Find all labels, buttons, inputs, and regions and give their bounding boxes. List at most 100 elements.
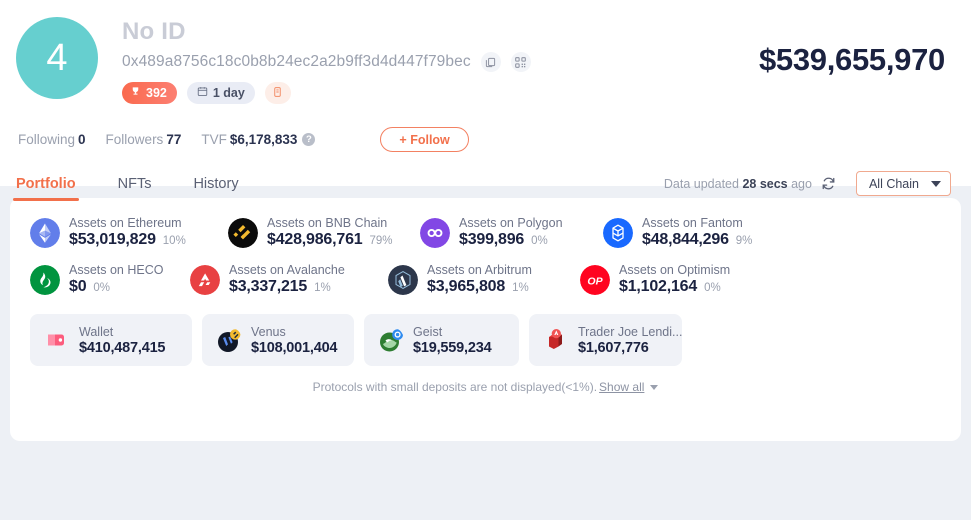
following-label: Following xyxy=(18,132,76,147)
duration-badge[interactable]: 1 day xyxy=(186,82,255,104)
followers-label: Followers xyxy=(105,132,164,147)
chain-filter-select[interactable]: All Chain xyxy=(855,171,951,196)
chain-value-row: $399,896 0% xyxy=(459,231,563,249)
heco-icon xyxy=(30,264,60,295)
chain-amount: $0 xyxy=(69,278,87,295)
chevron-down-icon xyxy=(931,180,941,187)
question-mark-icon[interactable]: ? xyxy=(302,132,316,146)
protocol-card-geist[interactable]: Geist $19,559,234 xyxy=(364,314,519,366)
badge-row: 392 1 day xyxy=(122,82,955,104)
avatar: 4 xyxy=(16,17,98,99)
protocol-name: Venus xyxy=(251,324,286,339)
chain-value-row: $3,337,215 1% xyxy=(229,278,345,296)
chain-percent: 79% xyxy=(369,235,393,247)
calendar-icon xyxy=(197,86,208,100)
protocol-name: Geist xyxy=(413,324,443,339)
chain-text: Assets on Arbitrum $3,965,808 1% xyxy=(427,263,532,296)
ethereum-icon xyxy=(30,217,60,248)
chain-amount: $53,019,829 xyxy=(69,231,156,248)
protocol-text: Venus $108,001,404 xyxy=(251,324,338,356)
protocol-amount: $19,559,234 xyxy=(413,339,492,356)
chain-text: Assets on Optimism $1,102,164 0% xyxy=(619,263,730,296)
note-icon xyxy=(272,86,283,101)
fantom-icon xyxy=(603,217,633,248)
protocol-card-trader-joe-lending[interactable]: Trader Joe Lendi... $1,607,776 xyxy=(529,314,682,366)
chain-text: Assets on HECO $0 0% xyxy=(69,263,163,296)
data-updated-text: Data updated 28 secs ago xyxy=(664,177,812,191)
chain-value-row: $53,019,829 10% xyxy=(69,231,186,249)
tvf-value: $6,178,833 xyxy=(229,132,298,147)
chain-percent: 1% xyxy=(512,282,529,294)
chain-percent: 9% xyxy=(735,235,753,247)
bnb-icon xyxy=(228,217,258,248)
geist-icon xyxy=(378,327,404,353)
assets-card: Assets on Ethereum $53,019,829 10% Asset… xyxy=(10,198,961,441)
tab-nfts[interactable]: NFTs xyxy=(118,176,152,201)
chevron-down-icon[interactable] xyxy=(650,385,659,391)
protocol-amount: $1,607,776 xyxy=(578,339,649,356)
chain-item-bnb-chain[interactable]: Assets on BNB Chain $428,986,761 79% xyxy=(228,216,420,249)
tvf-label: TVF xyxy=(201,132,227,147)
chain-text: Assets on BNB Chain $428,986,761 79% xyxy=(267,216,393,249)
wallet-address[interactable]: 0x489a8756c18c0b8b24ec2a2b9ff3d4d447f79b… xyxy=(122,53,471,71)
following-stat[interactable]: Following 0 xyxy=(18,132,86,147)
chain-amount: $1,102,164 xyxy=(619,278,698,295)
chain-item-ethereum[interactable]: Assets on Ethereum $53,019,829 10% xyxy=(30,216,228,249)
followers-value: 77 xyxy=(166,132,182,147)
toolbar-right: Data updated 28 secs ago All Chain xyxy=(664,171,951,196)
footnote-text: Protocols with small deposits are not di… xyxy=(312,380,598,394)
chain-value-row: $3,965,808 1% xyxy=(427,278,532,296)
chain-asset-grid: Assets on Ethereum $53,019,829 10% Asset… xyxy=(30,216,941,310)
profile-header: 4 No ID 0x489a8756c18c0b8b24ec2a2b9ff3d4… xyxy=(0,0,971,201)
chain-item-arbitrum[interactable]: Assets on Arbitrum $3,965,808 1% xyxy=(388,263,580,296)
chain-value-row: $428,986,761 79% xyxy=(267,231,393,249)
protocol-name: Trader Joe Lendi... xyxy=(578,324,683,339)
social-stats-row: Following 0 Followers 77 TVF $6,178,833? + … xyxy=(16,127,955,152)
protocol-text: Geist $19,559,234 xyxy=(413,324,492,356)
chain-value-row: $1,102,164 0% xyxy=(619,278,730,296)
chain-item-heco[interactable]: Assets on HECO $0 0% xyxy=(30,263,190,296)
wallet-icon xyxy=(44,327,70,353)
polygon-icon xyxy=(420,217,450,248)
chain-amount: $3,965,808 xyxy=(427,278,506,295)
protocol-name: Wallet xyxy=(79,324,114,339)
tab-bar: Portfolio NFTs History Data updated 28 s… xyxy=(13,171,955,201)
copy-icon[interactable] xyxy=(480,52,501,72)
protocol-card-wallet[interactable]: Wallet $410,487,415 xyxy=(30,314,192,366)
note-badge[interactable] xyxy=(264,82,291,104)
chain-name: Assets on Avalanche xyxy=(229,263,345,277)
protocol-amount: $410,487,415 xyxy=(79,339,166,356)
avalanche-icon xyxy=(190,264,220,295)
chain-value-row: $0 0% xyxy=(69,278,163,296)
chain-percent: 1% xyxy=(314,282,331,294)
avatar-rank-number: 4 xyxy=(46,36,68,79)
chain-amount: $399,896 xyxy=(459,231,525,248)
show-all-link[interactable]: Show all xyxy=(599,380,644,394)
chain-text: Assets on Polygon $399,896 0% xyxy=(459,216,563,249)
chain-percent: 0% xyxy=(531,235,548,247)
follow-button[interactable]: + Follow xyxy=(380,127,469,152)
tab-history[interactable]: History xyxy=(193,176,238,201)
tab-portfolio[interactable]: Portfolio xyxy=(13,176,79,201)
chain-item-avalanche[interactable]: Assets on Avalanche $3,337,215 1% xyxy=(190,263,388,296)
chain-item-optimism[interactable]: OP Assets on Optimism $1,102,164 0% xyxy=(580,263,763,296)
chain-percent: 0% xyxy=(93,282,111,294)
protocol-amount: $108,001,404 xyxy=(251,339,338,356)
chain-name: Assets on Fantom xyxy=(642,216,743,230)
portfolio-body: Assets on Ethereum $53,019,829 10% Asset… xyxy=(0,186,971,520)
chain-percent: 10% xyxy=(162,235,186,247)
rank-badge[interactable]: 392 xyxy=(122,82,177,104)
total-portfolio-value: $539,655,970 xyxy=(758,42,945,77)
chain-text: Assets on Ethereum $53,019,829 10% xyxy=(69,216,186,249)
qr-code-icon[interactable] xyxy=(510,52,531,72)
chain-percent: 0% xyxy=(704,282,721,294)
chain-value-row: $48,844,296 9% xyxy=(642,231,752,249)
svg-text:OP: OP xyxy=(587,275,603,287)
chain-filter-value: All Chain xyxy=(868,176,919,191)
chain-item-polygon[interactable]: Assets on Polygon $399,896 0% xyxy=(420,216,603,249)
chain-name: Assets on Arbitrum xyxy=(427,263,532,277)
followers-stat[interactable]: Followers 77 xyxy=(106,132,182,147)
protocol-card-venus[interactable]: Venus $108,001,404 xyxy=(202,314,354,366)
refresh-icon[interactable] xyxy=(821,176,836,191)
chain-item-fantom[interactable]: Assets on Fantom $48,844,296 9% xyxy=(603,216,787,249)
